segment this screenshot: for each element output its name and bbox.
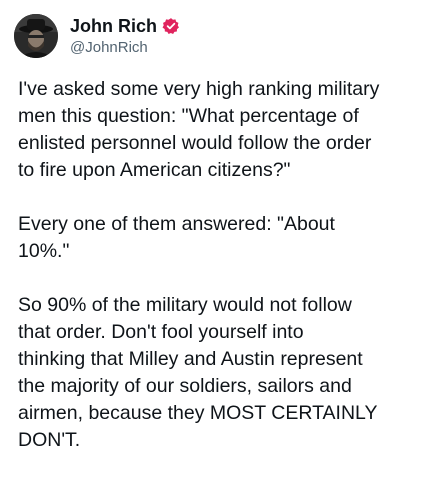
avatar-image <box>14 14 58 58</box>
post-paragraph: Every one of them answered: "About 10%." <box>18 213 335 262</box>
verified-badge-icon <box>162 17 180 35</box>
name-row: John Rich <box>70 15 180 37</box>
post-paragraph: So 90% of the military would not follow … <box>18 294 378 451</box>
author-identity: John Rich @JohnRich <box>70 15 180 58</box>
display-name[interactable]: John Rich <box>70 15 157 37</box>
avatar[interactable] <box>14 14 58 58</box>
post-header: John Rich @JohnRich <box>14 12 180 60</box>
post-body: I've asked some very high ranking milita… <box>18 76 418 454</box>
post-card: John Rich @JohnRich I've asked some very… <box>0 0 430 484</box>
author-handle[interactable]: @JohnRich <box>70 38 180 58</box>
post-paragraph: I've asked some very high ranking milita… <box>18 78 380 181</box>
